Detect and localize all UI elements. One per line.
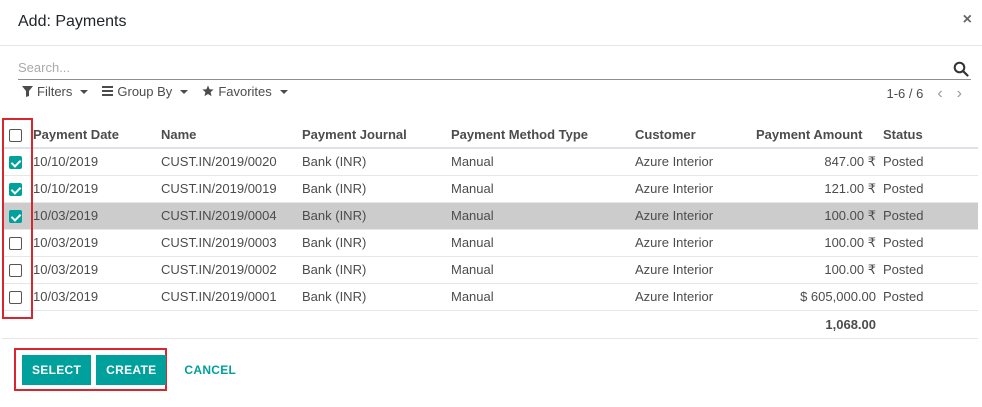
pager: 1-6 / 6 ‹ › (886, 85, 962, 101)
payment-journal-cell: Bank (INR) (302, 283, 451, 311)
payment-date-cell: 10/03/2019 (33, 283, 161, 311)
column-header-payment-method-type[interactable]: Payment Method Type (451, 121, 635, 149)
status-cell: Posted (883, 229, 978, 257)
payment-method-cell: Manual (451, 175, 635, 203)
dialog-title: Add: Payments (18, 13, 127, 30)
customer-cell: Azure Interior (635, 283, 756, 311)
search-bar (18, 57, 971, 80)
dialog-header: Add: Payments × (0, 0, 982, 46)
filters-dropdown[interactable]: Filters (22, 83, 89, 99)
star-icon (202, 85, 214, 97)
payment-name-cell: CUST.IN/2019/0003 (161, 229, 302, 257)
search-options: Filters Group By Favorites (22, 83, 288, 99)
favorites-label: Favorites (218, 83, 272, 99)
row-checkbox[interactable] (9, 156, 22, 170)
payments-table: Payment Date Name Payment Journal Paymen… (2, 121, 978, 339)
search-input[interactable] (18, 57, 938, 77)
payment-method-cell: Manual (451, 256, 635, 284)
customer-cell: Azure Interior (635, 229, 756, 257)
payment-name-cell: CUST.IN/2019/0020 (161, 148, 302, 176)
status-cell: Posted (883, 256, 978, 284)
row-checkbox[interactable] (9, 291, 22, 305)
pager-value[interactable]: 1-6 / 6 (886, 86, 923, 101)
payment-amount-cell: 100.00 ₹ (756, 229, 883, 257)
payment-name-cell: CUST.IN/2019/0004 (161, 202, 302, 230)
select-all-checkbox[interactable] (9, 128, 22, 142)
table-row[interactable]: 10/03/2019 CUST.IN/2019/0001 Bank (INR) Man… (2, 283, 978, 311)
status-cell: Posted (883, 148, 978, 176)
payment-amount-cell: 847.00 ₹ (756, 148, 883, 176)
payment-date-cell: 10/03/2019 (33, 202, 161, 230)
payment-name-cell: CUST.IN/2019/0019 (161, 175, 302, 203)
table-row[interactable]: 10/03/2019 CUST.IN/2019/0002 Bank (INR) Man… (2, 256, 978, 284)
close-icon[interactable]: × (963, 11, 972, 29)
groupby-dropdown[interactable]: Group By (102, 83, 189, 99)
filters-label: Filters (37, 83, 73, 99)
customer-cell: Azure Interior (635, 148, 756, 176)
select-button[interactable]: SELECT (22, 355, 92, 385)
caret-down-icon (180, 89, 189, 94)
groupby-label: Group By (117, 83, 173, 99)
table-row[interactable]: 10/10/2019 CUST.IN/2019/0019 Bank (INR) Man… (2, 175, 978, 203)
payment-date-cell: 10/10/2019 (33, 148, 161, 176)
dialog-footer: SELECT CREATE CANCEL (22, 355, 236, 385)
pager-previous-icon[interactable]: ‹ (937, 85, 942, 101)
status-cell: Posted (883, 202, 978, 230)
payment-date-cell: 10/03/2019 (33, 229, 161, 257)
payment-date-cell: 10/03/2019 (33, 256, 161, 284)
status-cell: Posted (883, 175, 978, 203)
payment-name-cell: CUST.IN/2019/0002 (161, 256, 302, 284)
payment-amount-cell: $ 605,000.00 (756, 283, 883, 311)
payment-method-cell: Manual (451, 229, 635, 257)
payment-amount-cell: 121.00 ₹ (756, 175, 883, 203)
payment-journal-cell: Bank (INR) (302, 229, 451, 257)
status-cell: Posted (883, 283, 978, 311)
column-header-customer[interactable]: Customer (635, 121, 756, 149)
pager-next-icon[interactable]: › (957, 85, 962, 101)
select-all-cell (2, 121, 33, 149)
column-header-payment-amount[interactable]: Payment Amount (756, 121, 883, 149)
cancel-button[interactable]: CANCEL (184, 363, 236, 377)
payment-method-cell: Manual (451, 202, 635, 230)
row-checkbox[interactable] (9, 183, 22, 197)
payment-journal-cell: Bank (INR) (302, 256, 451, 284)
payment-amount-cell: 100.00 ₹ (756, 202, 883, 230)
search-icon[interactable] (953, 61, 969, 77)
row-checkbox[interactable] (9, 210, 22, 224)
customer-cell: Azure Interior (635, 175, 756, 203)
create-button[interactable]: CREATE (96, 355, 167, 385)
table-row[interactable]: 10/03/2019 CUST.IN/2019/0003 Bank (INR) Man… (2, 229, 978, 257)
bars-icon (102, 86, 114, 96)
payment-name-cell: CUST.IN/2019/0001 (161, 283, 302, 311)
column-header-name[interactable]: Name (161, 121, 302, 149)
filter-icon (22, 85, 33, 97)
total-amount: 1,068.00 (756, 310, 883, 339)
customer-cell: Azure Interior (635, 202, 756, 230)
table-total-row: 1,068.00 (2, 310, 978, 339)
payment-method-cell: Manual (451, 283, 635, 311)
customer-cell: Azure Interior (635, 256, 756, 284)
payment-date-cell: 10/10/2019 (33, 175, 161, 203)
payment-journal-cell: Bank (INR) (302, 202, 451, 230)
payment-amount-cell: 100.00 ₹ (756, 256, 883, 284)
payment-method-cell: Manual (451, 148, 635, 176)
table-row[interactable]: 10/10/2019 CUST.IN/2019/0020 Bank (INR) Man… (2, 148, 978, 176)
caret-down-icon (80, 89, 89, 94)
row-checkbox[interactable] (9, 264, 22, 278)
caret-down-icon (279, 89, 288, 94)
table-row[interactable]: 10/03/2019 CUST.IN/2019/0004 Bank (INR) Man… (2, 202, 978, 230)
column-header-status[interactable]: Status (883, 121, 978, 149)
table-header-row: Payment Date Name Payment Journal Paymen… (2, 121, 978, 149)
payment-journal-cell: Bank (INR) (302, 175, 451, 203)
column-header-payment-journal[interactable]: Payment Journal (302, 121, 451, 149)
payment-journal-cell: Bank (INR) (302, 148, 451, 176)
column-header-payment-date[interactable]: Payment Date (33, 121, 161, 149)
favorites-dropdown[interactable]: Favorites (202, 83, 288, 99)
row-checkbox[interactable] (9, 237, 22, 251)
